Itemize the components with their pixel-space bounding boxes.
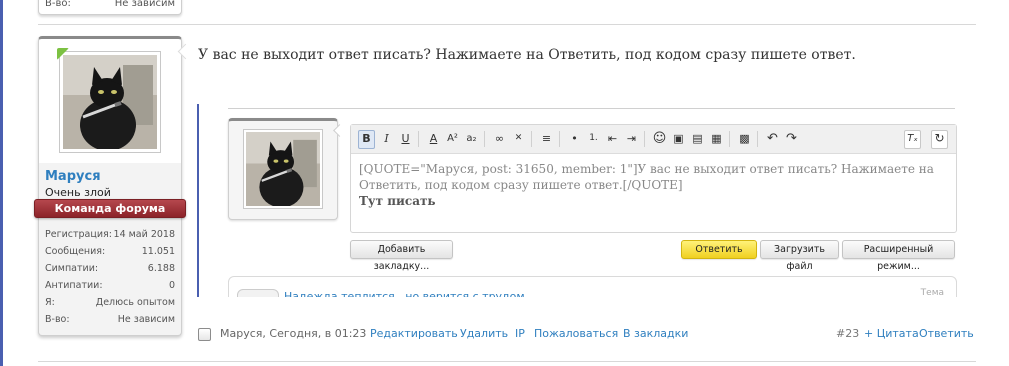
reply-button[interactable]: Ответить bbox=[681, 240, 757, 259]
toolbar-separator bbox=[559, 131, 560, 147]
toolbar-separator bbox=[531, 131, 532, 147]
reply-user-card bbox=[228, 118, 338, 220]
reply-link[interactable]: Ответить bbox=[919, 327, 974, 340]
link-icon[interactable]: ∞ bbox=[491, 130, 508, 147]
quick-reply-bar bbox=[197, 104, 199, 297]
post-number[interactable]: #23 bbox=[836, 327, 859, 340]
undo-icon[interactable]: ↶ bbox=[764, 130, 781, 147]
toolbar-separator bbox=[644, 131, 645, 147]
stat-dislikes: Антипатии: 0 bbox=[45, 280, 175, 291]
post-message: У вас не выходит ответ писать? Нажимаете… bbox=[198, 47, 856, 63]
reply-editor[interactable]: B I U A A² a₂ ∞ ✕ ≡ • 1. ⇤ ⇥ ☺ ▣ ▤ ▦ ▩ ↶… bbox=[350, 124, 957, 233]
add-bookmark-button[interactable]: Добавить закладку... bbox=[350, 240, 453, 272]
edit-link[interactable]: Редактировать bbox=[370, 327, 458, 340]
redo-icon[interactable]: ↷ bbox=[783, 130, 800, 147]
staff-badge: Команда форума bbox=[34, 199, 186, 218]
post-footer: Маруся, Сегодня, в 01:23 Редактировать У… bbox=[198, 327, 974, 343]
remove-formatting-icon[interactable]: Tₓ bbox=[904, 130, 921, 149]
advanced-mode-button[interactable]: Расширенный режим... bbox=[842, 240, 955, 272]
post-meta: Маруся, Сегодня, в 01:23 bbox=[220, 327, 367, 340]
stat-substance: В-во: Не зависим bbox=[45, 314, 175, 325]
previous-user-card: В-во: Не зависим bbox=[38, 0, 182, 15]
bold-icon[interactable]: B bbox=[358, 130, 375, 149]
italic-icon[interactable]: I bbox=[378, 130, 395, 147]
stat-me: Я: Делюсь опытом bbox=[45, 297, 175, 308]
prev-stat-key: В-во: bbox=[45, 0, 71, 9]
user-stats: Регистрация: 14 май 2018 Сообщения: 11.0… bbox=[39, 229, 181, 331]
toolbar-separator bbox=[729, 131, 730, 147]
editor-draft-text: Тут писать bbox=[359, 194, 436, 208]
bookmarks-link[interactable]: В закладки bbox=[623, 327, 688, 340]
numbered-list-icon[interactable]: 1. bbox=[585, 130, 602, 147]
upload-file-button[interactable]: Загрузить файл bbox=[760, 240, 839, 272]
user-card: Маруся Очень злой модератор! Команда фор… bbox=[34, 36, 186, 336]
editor-toolbar: B I U A A² a₂ ∞ ✕ ≡ • 1. ⇤ ⇥ ☺ ▣ ▤ ▦ ▩ ↶… bbox=[351, 125, 956, 154]
clip-mask bbox=[200, 297, 980, 327]
page-left-border bbox=[0, 0, 3, 366]
indent-icon[interactable]: ⇥ bbox=[623, 130, 640, 147]
ip-link[interactable]: IP bbox=[515, 327, 525, 340]
stat-likes: Симпатии: 6.188 bbox=[45, 263, 175, 274]
select-post-checkbox[interactable] bbox=[198, 328, 211, 341]
save-draft-icon[interactable]: ▩ bbox=[736, 130, 753, 147]
quote-link[interactable]: + Цитата bbox=[864, 327, 919, 340]
image-icon[interactable]: ▣ bbox=[670, 130, 687, 147]
text-color-icon[interactable]: A bbox=[425, 130, 442, 147]
editor-content[interactable]: [QUOTE="Маруся, post: 31650, member: 1"]… bbox=[359, 161, 949, 209]
username[interactable]: Маруся bbox=[45, 169, 101, 184]
cat-avatar-image-small bbox=[246, 132, 320, 206]
insert-icon[interactable]: ▦ bbox=[708, 130, 725, 147]
bullet-list-icon[interactable]: • bbox=[566, 130, 583, 147]
post-divider bbox=[38, 24, 976, 25]
toolbar-separator bbox=[418, 131, 419, 147]
editor-quote-text: [QUOTE="Маруся, post: 31650, member: 1"]… bbox=[359, 162, 934, 192]
font-size-icon[interactable]: A² bbox=[444, 130, 461, 147]
font-family-icon[interactable]: a₂ bbox=[463, 130, 480, 147]
align-icon[interactable]: ≡ bbox=[538, 130, 555, 147]
avatar[interactable] bbox=[59, 51, 161, 153]
delete-link[interactable]: Удалить bbox=[460, 327, 508, 340]
report-link[interactable]: Пожаловаться bbox=[534, 327, 618, 340]
toggle-bbcode-icon[interactable]: ↻ bbox=[931, 130, 948, 149]
prev-stat-value: Не зависим bbox=[114, 0, 175, 9]
post-divider-bottom bbox=[38, 361, 976, 362]
cat-avatar-image bbox=[63, 55, 157, 149]
toolbar-separator bbox=[484, 131, 485, 147]
online-indicator bbox=[57, 48, 69, 60]
reply-avatar[interactable] bbox=[243, 129, 323, 209]
toolbar-separator bbox=[757, 131, 758, 147]
outdent-icon[interactable]: ⇤ bbox=[604, 130, 621, 147]
stat-messages: Сообщения: 11.051 bbox=[45, 246, 175, 257]
unlink-icon[interactable]: ✕ bbox=[510, 130, 527, 147]
underline-icon[interactable]: U bbox=[397, 130, 414, 147]
smilies-icon[interactable]: ☺ bbox=[651, 130, 668, 147]
quick-reply-divider bbox=[228, 108, 955, 109]
media-icon[interactable]: ▤ bbox=[689, 130, 706, 147]
stat-registration: Регистрация: 14 май 2018 bbox=[45, 229, 175, 240]
